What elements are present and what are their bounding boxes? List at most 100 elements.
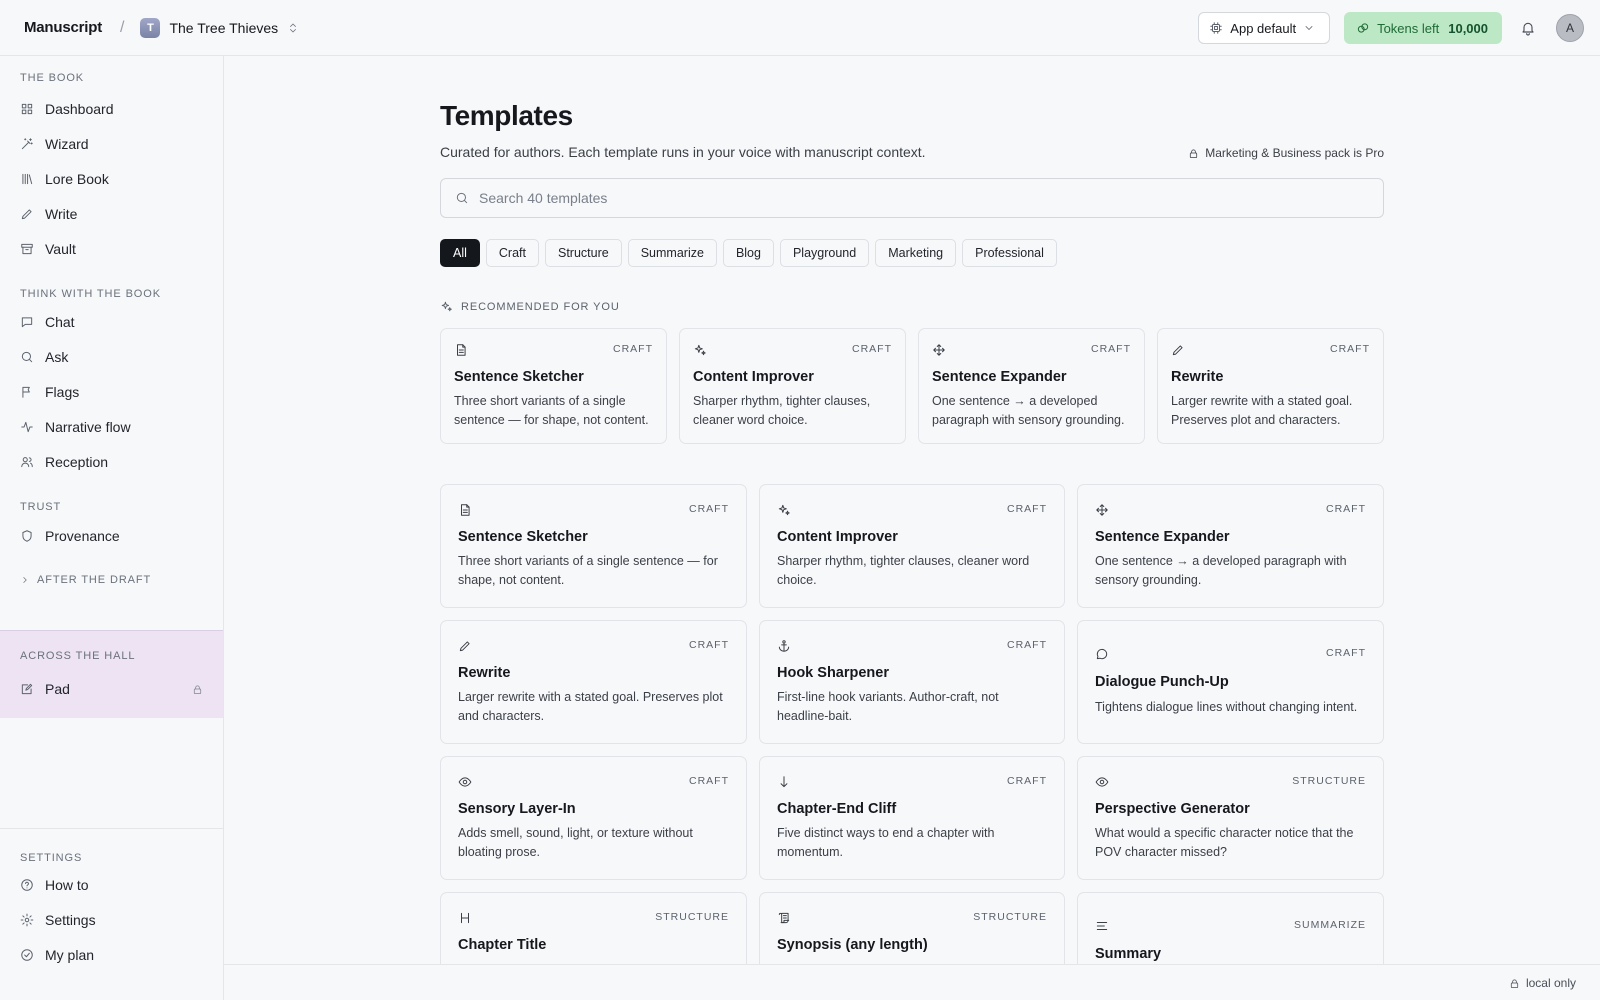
pencil-icon [20,207,34,221]
card-description: Sharper rhythm, tighter clauses, cleaner… [693,394,871,427]
filter-all[interactable]: All [440,239,480,267]
card-title: Summary [1095,946,1162,962]
magic-wand-icon [20,137,34,151]
card-title: Hook Sharpener [777,665,889,681]
sidebar-item-label: Vault [45,241,76,257]
template-card-dialogue-punch-up[interactable]: CRAFT Dialogue Punch-Up Tightens dialogu… [1077,620,1384,744]
chat-icon [20,315,34,329]
chevron-right-icon [20,575,30,585]
tokens-label: Tokens left [1377,20,1440,36]
recommended-card-sentence-expander[interactable]: CRAFT Sentence Expander One sentence → a… [918,328,1145,444]
filter-summarize[interactable]: Summarize [627,239,717,267]
card-title: Rewrite [1171,369,1224,385]
sidebar-item-how-to[interactable]: How to [20,873,204,897]
chevron-down-icon [1303,22,1315,34]
recommended-card-content-improver[interactable]: CRAFT Content Improver Sharper rhythm, t… [679,328,906,444]
bell-icon[interactable] [1518,18,1538,38]
sidebar-item-provenance[interactable]: Provenance [20,524,204,548]
pencil-icon [458,639,472,653]
sidebar-item-reception[interactable]: Reception [20,450,204,474]
project-switcher[interactable]: T The Tree Thieves [140,17,299,38]
card-tag: STRUCTURE [655,911,729,923]
card-tag: CRAFT [613,343,653,355]
sparkles-icon [440,300,453,313]
archive-icon [20,242,34,256]
filter-playground[interactable]: Playground [779,239,870,267]
recommended-card-sentence-sketcher[interactable]: CRAFT Sentence Sketcher Three short vari… [440,328,667,444]
sidebar-item-settings[interactable]: Settings [20,908,204,932]
sidebar-item-vault[interactable]: Vault [20,237,204,261]
filter-craft[interactable]: Craft [485,239,539,267]
top-bar: Manuscript / T The Tree Thieves App defa… [0,0,1600,56]
card-tag: CRAFT [1007,775,1047,787]
sidebar-divider [0,828,223,829]
sidebar-item-flags[interactable]: Flags [20,380,204,404]
lock-icon [192,684,203,695]
across-the-hall-section: ACROSS THE HALL Pad [0,630,223,718]
heading-icon [458,911,472,925]
sidebar-item-lore-book[interactable]: Lore Book [20,167,204,191]
card-tag: CRAFT [689,639,729,651]
sidebar-item-narrative-flow[interactable]: Narrative flow [20,415,204,439]
cpu-icon [1209,21,1223,35]
model-select-button[interactable]: App default [1198,12,1331,44]
sidebar-item-my-plan[interactable]: My plan [20,943,204,967]
sparkles-icon [693,343,707,357]
breadcrumb-separator: / [120,18,125,36]
card-tag: SUMMARIZE [1294,919,1366,931]
card-title: Sentence Sketcher [458,529,588,545]
template-card-content-improver[interactable]: CRAFT Content Improver Sharper rhythm, t… [759,484,1065,608]
search-input[interactable] [479,190,1359,206]
sidebar-item-dashboard[interactable]: Dashboard [20,97,204,121]
recommended-card-rewrite[interactable]: CRAFT Rewrite Larger rewrite with a stat… [1157,328,1384,444]
sidebar-item-label: My plan [45,947,95,963]
card-tag: CRAFT [1007,639,1047,651]
card-title: Sentence Expander [1095,529,1230,545]
card-title: Rewrite [458,665,511,681]
template-card-chapter-end-cliff[interactable]: CRAFT Chapter-End Cliff Five distinct wa… [759,756,1065,880]
document-icon [458,503,472,517]
align-left-icon [1095,919,1109,933]
document-icon [454,343,468,357]
filter-structure[interactable]: Structure [545,239,622,267]
card-tag: CRAFT [1326,503,1366,515]
tokens-badge[interactable]: Tokens left 10,000 [1344,12,1502,44]
after-the-draft-toggle[interactable]: AFTER THE DRAFT [20,574,151,586]
filter-chips: All Craft Structure Summarize Blog Playg… [440,239,1057,267]
sidebar-item-wizard[interactable]: Wizard [20,132,204,156]
template-card-hook-sharpener[interactable]: CRAFT Hook Sharpener First-line hook var… [759,620,1065,744]
template-card-sentence-expander[interactable]: CRAFT Sentence Expander One sentence → a… [1077,484,1384,608]
card-description: One sentence → a developed paragraph wit… [932,394,1125,427]
eye-icon [458,775,472,789]
lock-icon [1509,978,1520,989]
filter-marketing[interactable]: Marketing [875,239,957,267]
card-description: Three short variants of a single sentenc… [454,394,649,427]
sidebar-item-label: Narrative flow [45,419,131,435]
flag-icon [20,385,34,399]
page-title: Templates [440,100,573,131]
sidebar-item-label: Write [45,206,78,222]
sidebar-item-ask[interactable]: Ask [20,345,204,369]
pencil-icon [1171,343,1185,357]
recommended-label: RECOMMENDED FOR YOU [461,300,620,313]
template-card-sentence-sketcher[interactable]: CRAFT Sentence Sketcher Three short vari… [440,484,747,608]
card-tag: CRAFT [1330,343,1370,355]
sidebar-item-label: Lore Book [45,171,109,187]
template-card-rewrite[interactable]: CRAFT Rewrite Larger rewrite with a stat… [440,620,747,744]
filter-blog[interactable]: Blog [722,239,774,267]
filter-professional[interactable]: Professional [962,239,1057,267]
avatar[interactable]: A [1556,14,1584,42]
sidebar-item-chat[interactable]: Chat [20,310,204,334]
card-title: Dialogue Punch-Up [1095,674,1229,690]
move-icon [1095,503,1109,517]
sidebar-item-write[interactable]: Write [20,202,204,226]
sidebar-item-label: Flags [45,384,80,400]
card-title: Chapter Title [458,937,547,953]
brand-logo[interactable]: Manuscript [24,19,102,36]
template-card-perspective-generator[interactable]: STRUCTURE Perspective Generator What wou… [1077,756,1384,880]
section-title-trust: TRUST [20,501,62,513]
sidebar-item-label: Pad [45,681,70,697]
sidebar-item-pad[interactable]: Pad [20,677,204,701]
sidebar-item-label: Ask [45,349,69,365]
template-card-sensory-layer-in[interactable]: CRAFT Sensory Layer-In Adds smell, sound… [440,756,747,880]
